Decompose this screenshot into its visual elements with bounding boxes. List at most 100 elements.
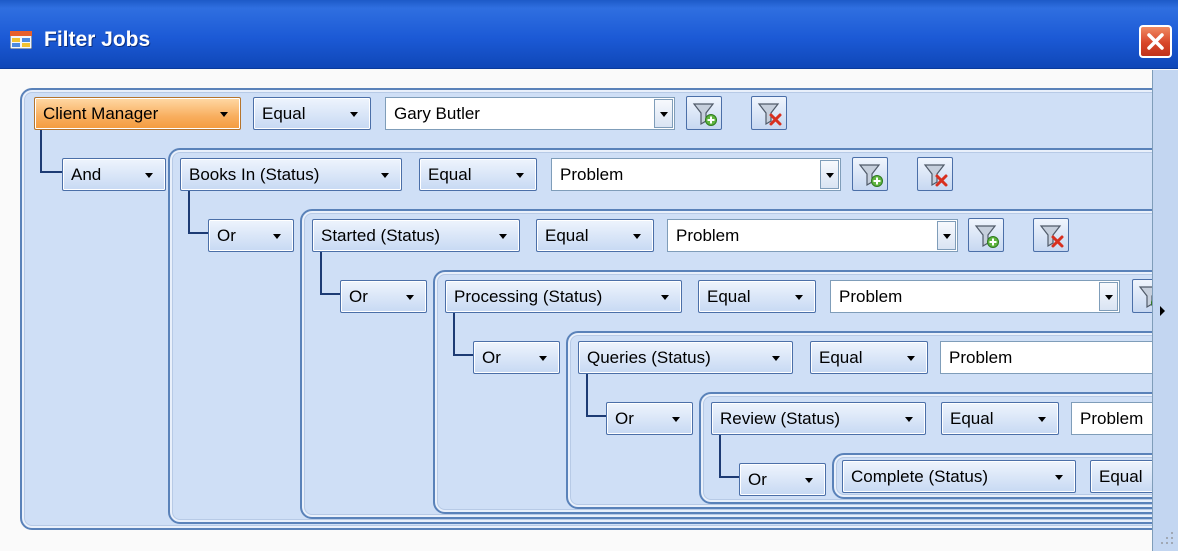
field-select-label: Review (Status) [720, 409, 840, 428]
operator-select-label: Equal [262, 104, 306, 123]
chevron-down-icon [905, 417, 913, 422]
tree-connector [320, 252, 340, 295]
operator-select[interactable]: Equal [941, 402, 1059, 435]
field-select-started[interactable]: Started (Status) [312, 219, 520, 252]
filter-add-icon [858, 164, 883, 187]
add-filter-button[interactable] [968, 218, 1004, 252]
window-form-icon [10, 31, 32, 49]
logic-select[interactable]: Or [208, 219, 294, 252]
close-icon [1147, 33, 1164, 50]
chevron-down-icon [145, 173, 153, 178]
operator-select[interactable]: Equal [419, 158, 537, 191]
title-bar[interactable]: Filter Jobs [0, 0, 1178, 69]
tree-connector [719, 435, 739, 478]
operator-select-label: Equal [950, 409, 994, 428]
chevron-down-icon [220, 112, 228, 117]
logic-select[interactable]: And [62, 158, 166, 191]
chevron-down-icon [633, 234, 641, 239]
value-text: Problem [1080, 409, 1144, 428]
resize-grip-icon[interactable] [1158, 528, 1176, 548]
logic-select[interactable]: Or [606, 402, 693, 435]
chevron-down-icon [539, 356, 547, 361]
chevron-down-icon [661, 295, 669, 300]
field-select-processing[interactable]: Processing (Status) [445, 280, 682, 313]
value-text: Problem [676, 226, 740, 245]
value-text: Problem [560, 165, 624, 184]
field-select-label: Complete (Status) [851, 467, 988, 486]
operator-select[interactable]: Equal [810, 341, 928, 374]
value-combobox[interactable]: Problem [551, 158, 841, 191]
filter-jobs-window: Filter Jobs Client Manager Equal Gary Bu… [0, 0, 1178, 551]
add-filter-button[interactable] [686, 96, 722, 130]
tree-connector [40, 130, 62, 173]
operator-select-label: Equal [707, 287, 751, 306]
operator-select[interactable]: Equal [698, 280, 816, 313]
chevron-down-icon [907, 356, 915, 361]
logic-select-label: Or [349, 287, 368, 306]
value-combobox[interactable]: Problem [830, 280, 1120, 313]
logic-select[interactable]: Or [739, 463, 826, 496]
scroll-arrow-icon[interactable] [1160, 306, 1165, 316]
field-select-label: Books In (Status) [189, 165, 320, 184]
field-select-label: Client Manager [43, 104, 159, 123]
chevron-down-icon [406, 295, 414, 300]
filter-group-panel: Processing (Status) Equal Problem Or Que… [433, 270, 1178, 514]
add-filter-button[interactable] [852, 157, 888, 191]
filter-add-icon [974, 225, 999, 248]
value-combobox[interactable]: Problem [667, 219, 958, 252]
value-dropdown-button[interactable] [937, 221, 956, 250]
chevron-down-icon [1055, 475, 1063, 480]
remove-filter-button[interactable] [751, 96, 787, 130]
logic-select-label: Or [217, 226, 236, 245]
filter-remove-icon [1039, 225, 1064, 248]
chevron-down-icon [772, 356, 780, 361]
operator-select-label: Equal [428, 165, 472, 184]
logic-select[interactable]: Or [340, 280, 427, 313]
field-select-label: Queries (Status) [587, 348, 711, 367]
chevron-down-icon [795, 295, 803, 300]
logic-select-label: Or [748, 470, 767, 489]
window-title: Filter Jobs [44, 28, 151, 51]
close-button[interactable] [1139, 25, 1172, 58]
chevron-down-icon [672, 417, 680, 422]
chevron-down-icon [350, 112, 358, 117]
vertical-scrollbar[interactable] [1152, 70, 1178, 551]
value-combobox[interactable]: Problem [940, 341, 1178, 374]
field-select-books-in[interactable]: Books In (Status) [180, 158, 402, 191]
chevron-down-icon [1038, 417, 1046, 422]
field-select-queries[interactable]: Queries (Status) [578, 341, 793, 374]
filter-add-icon [692, 103, 717, 126]
logic-select[interactable]: Or [473, 341, 560, 374]
filter-remove-icon [757, 103, 782, 126]
value-dropdown-button[interactable] [820, 160, 839, 189]
chevron-down-icon [273, 234, 281, 239]
chevron-down-icon [381, 173, 389, 178]
value-text: Problem [949, 348, 1013, 367]
logic-select-label: And [71, 165, 102, 184]
operator-select-label: Equal [819, 348, 863, 367]
logic-select-label: Or [615, 409, 634, 428]
remove-filter-button[interactable] [1033, 218, 1069, 252]
chevron-down-icon [805, 478, 813, 483]
value-dropdown-button[interactable] [654, 99, 673, 128]
field-select-client-manager[interactable]: Client Manager [34, 97, 241, 130]
filter-group-panel: Books In (Status) Equal Problem Or Start… [168, 148, 1178, 524]
field-select-complete[interactable]: Complete (Status) [842, 460, 1076, 493]
filter-group-panel: Queries (Status) Equal Problem Or Review… [566, 331, 1178, 509]
filter-group-panel: Complete (Status) Equal [832, 453, 1178, 499]
value-text: Gary Butler [394, 104, 480, 123]
filter-group-panel: Started (Status) Equal Problem Or Proces… [300, 209, 1178, 519]
tree-connector [188, 191, 208, 234]
operator-select-label: Equal [1099, 467, 1143, 486]
field-select-label: Processing (Status) [454, 287, 603, 306]
value-dropdown-button[interactable] [1099, 282, 1118, 311]
operator-select[interactable]: Equal [253, 97, 371, 130]
operator-select[interactable]: Equal [536, 219, 654, 252]
operator-select-label: Equal [545, 226, 589, 245]
remove-filter-button[interactable] [917, 157, 953, 191]
filter-group-panel: Review (Status) Equal Problem Or Complet… [699, 392, 1178, 504]
value-combobox[interactable]: Gary Butler [385, 97, 675, 130]
field-select-review[interactable]: Review (Status) [711, 402, 926, 435]
chevron-down-icon [516, 173, 524, 178]
filter-group-panel: Client Manager Equal Gary Butler And Boo… [20, 88, 1178, 530]
